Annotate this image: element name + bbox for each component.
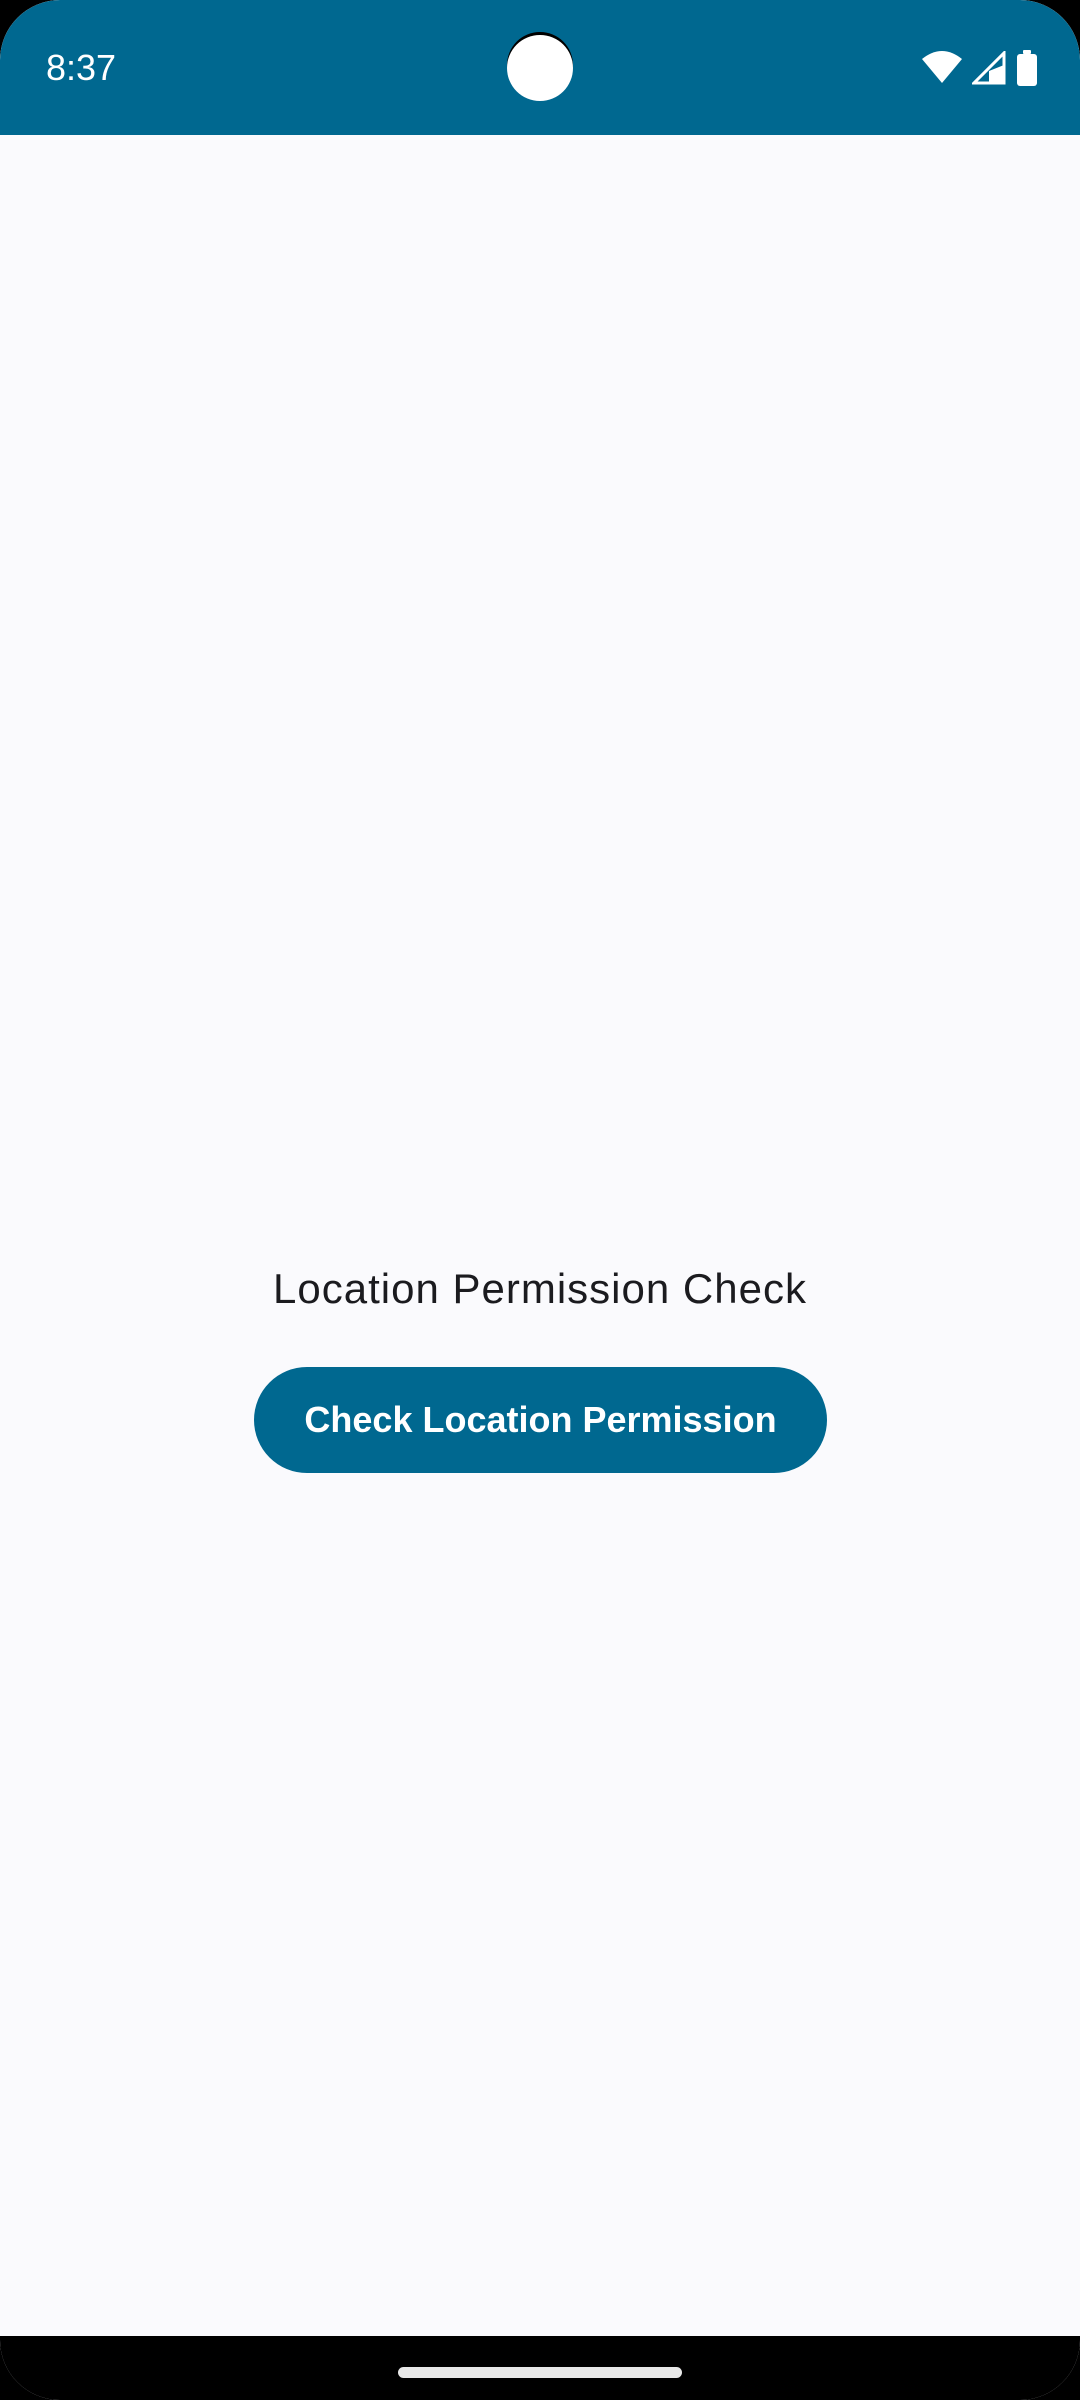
cellular-signal-icon xyxy=(972,51,1006,85)
status-icons xyxy=(922,48,1038,88)
status-time: 8:37 xyxy=(46,47,117,88)
home-indicator[interactable] xyxy=(398,2367,682,2378)
app-screen: 8:37 Location Permission Check Check Loc… xyxy=(0,0,1080,2400)
wifi-icon xyxy=(922,51,962,85)
page-title: Location Permission Check xyxy=(273,1265,807,1312)
status-bar: 8:37 xyxy=(0,0,1080,135)
battery-icon xyxy=(1016,50,1038,86)
main-content: Location Permission Check Check Location… xyxy=(0,135,1080,2335)
check-location-permission-button[interactable]: Check Location Permission xyxy=(254,1367,827,1473)
navigation-bar xyxy=(0,2336,1080,2400)
camera-cutout xyxy=(507,35,573,101)
